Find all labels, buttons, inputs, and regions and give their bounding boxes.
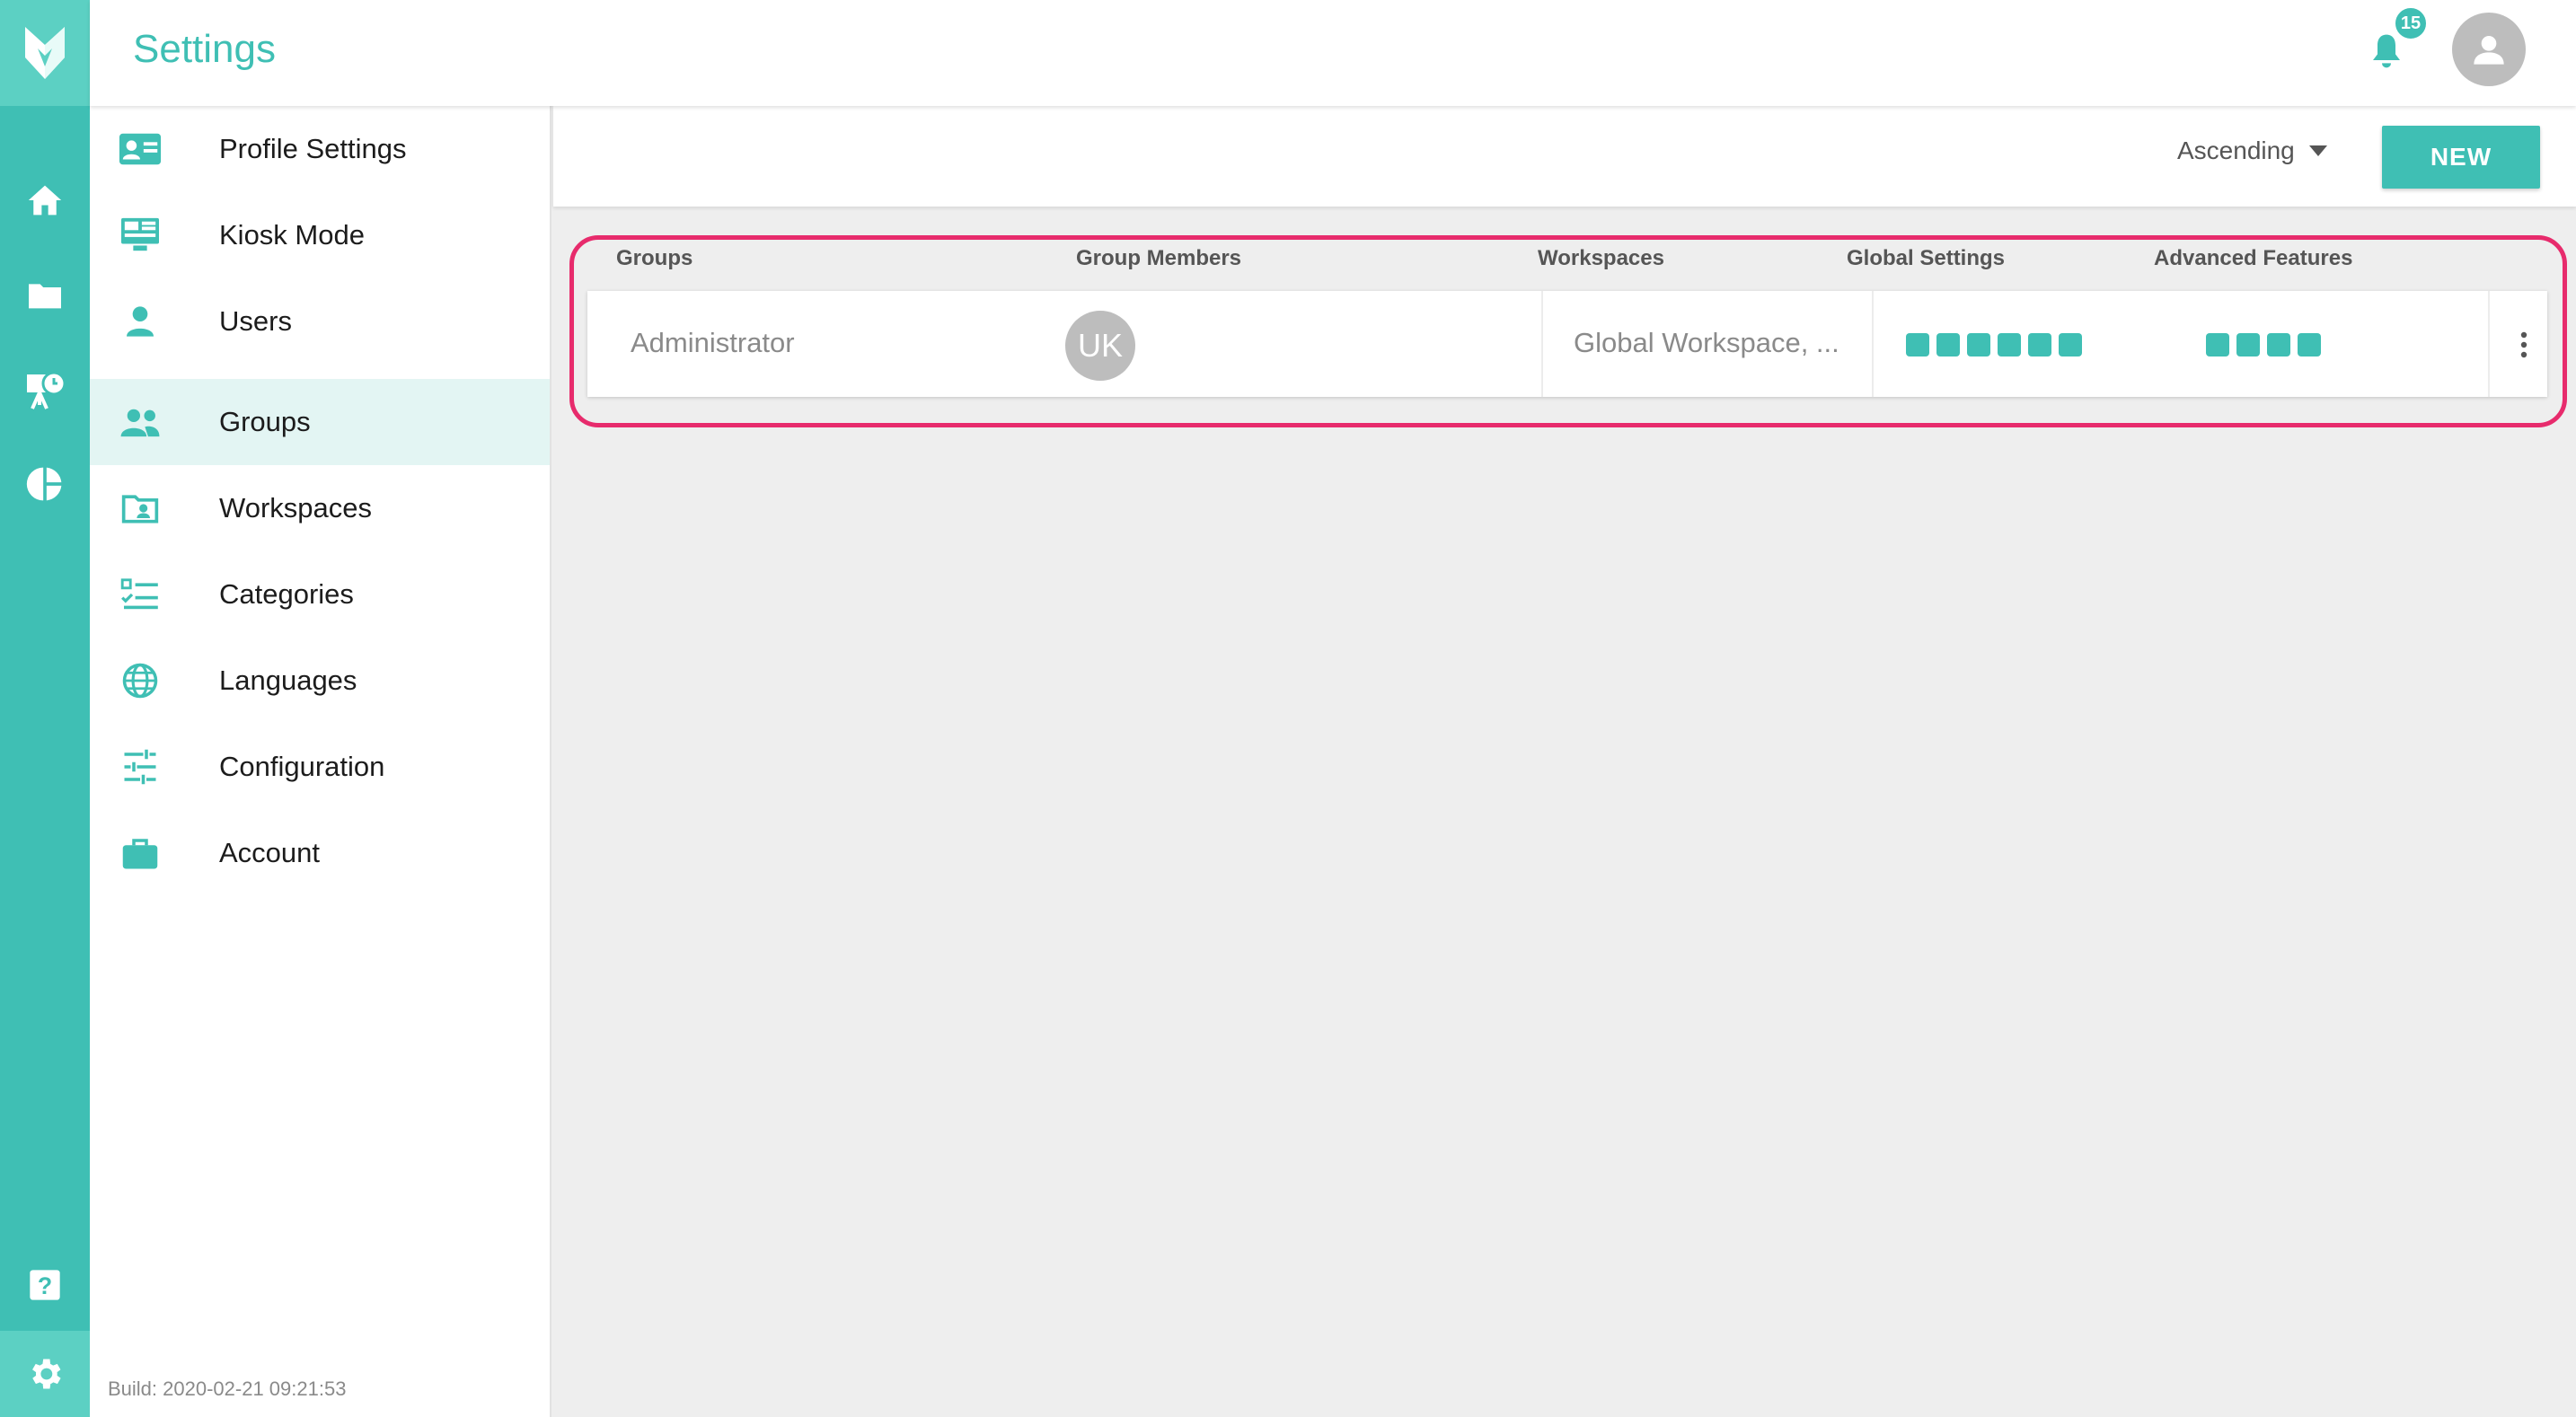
group-name-cell: Administrator bbox=[631, 327, 795, 358]
new-group-button[interactable]: NEW bbox=[2382, 126, 2540, 189]
sidebar-item-profile-settings[interactable]: Profile Settings bbox=[90, 106, 550, 192]
workspaces-cell: Global Workspace, ... bbox=[1574, 327, 1839, 358]
folder-icon bbox=[29, 284, 61, 309]
feature-indicator-square bbox=[2236, 333, 2260, 356]
more-vertical-icon bbox=[2520, 331, 2527, 358]
briefcase-icon bbox=[117, 832, 163, 875]
cell-divider bbox=[1872, 291, 1874, 397]
sidebar-item-users[interactable]: Users bbox=[90, 278, 550, 365]
sidebar-item-configuration[interactable]: Configuration bbox=[90, 724, 550, 810]
rail-settings-button[interactable] bbox=[0, 1331, 90, 1417]
feature-indicator-square bbox=[2028, 333, 2051, 356]
sidebar-item-label: Account bbox=[219, 837, 321, 868]
sidebar-item-categories[interactable]: Categories bbox=[90, 551, 550, 638]
pie-chart-icon bbox=[26, 467, 62, 501]
feature-indicator-square bbox=[2206, 333, 2229, 356]
sidebar-item-label: Configuration bbox=[219, 751, 385, 782]
main-toolbar: Ascending NEW bbox=[553, 106, 2576, 207]
sidebar-item-label: Categories bbox=[219, 578, 354, 610]
sidebar-item-label: Languages bbox=[219, 664, 357, 696]
member-avatar[interactable]: UK bbox=[1065, 311, 1135, 381]
monitor-icon bbox=[117, 214, 163, 257]
feature-indicator-square bbox=[1998, 333, 2021, 356]
sort-order-select[interactable]: Ascending bbox=[2177, 136, 2327, 165]
cell-divider bbox=[1541, 291, 1543, 397]
app-rail: ? bbox=[0, 0, 90, 1417]
settings-sidebar: Profile Settings Kiosk Mode Users Groups… bbox=[90, 106, 551, 1417]
group-icon bbox=[117, 400, 163, 444]
sidebar-item-label: Kiosk Mode bbox=[219, 219, 365, 251]
svg-text:?: ? bbox=[38, 1272, 52, 1299]
sidebar-item-kiosk-mode[interactable]: Kiosk Mode bbox=[90, 192, 550, 278]
sidebar-item-groups[interactable]: Groups bbox=[90, 379, 550, 465]
sidebar-item-label: Groups bbox=[219, 406, 311, 437]
cell-divider bbox=[2488, 291, 2490, 397]
app-logo[interactable] bbox=[0, 0, 90, 106]
caret-down-icon bbox=[2308, 145, 2327, 156]
profile-card-icon bbox=[117, 128, 163, 171]
sort-order-label: Ascending bbox=[2177, 136, 2295, 164]
rail-folder-button[interactable] bbox=[0, 255, 90, 336]
top-header: Settings 15 bbox=[90, 0, 2576, 106]
sidebar-item-label: Users bbox=[219, 305, 292, 337]
sidebar-item-label: Workspaces bbox=[219, 492, 372, 524]
page-title: Settings bbox=[133, 27, 276, 71]
feature-indicator-square bbox=[1906, 333, 1929, 356]
rail-analytics-button[interactable] bbox=[0, 444, 90, 524]
feature-indicator-square bbox=[1936, 333, 1960, 356]
checklist-icon bbox=[117, 573, 163, 616]
home-icon bbox=[28, 185, 62, 216]
advanced-features-indicators bbox=[2206, 333, 2321, 356]
help-icon: ? bbox=[30, 1270, 60, 1300]
sidebar-item-languages[interactable]: Languages bbox=[90, 638, 550, 724]
notification-count-badge: 15 bbox=[2393, 5, 2429, 41]
feature-indicator-square bbox=[2298, 333, 2321, 356]
rail-presentation-button[interactable] bbox=[0, 350, 90, 431]
user-icon bbox=[117, 300, 163, 343]
feature-indicator-square bbox=[1967, 333, 1990, 356]
fox-logo-icon bbox=[25, 27, 65, 79]
presentation-clock-icon bbox=[27, 371, 66, 409]
column-header-groups[interactable]: Groups bbox=[616, 246, 693, 271]
feature-indicator-square bbox=[2059, 333, 2082, 356]
user-avatar[interactable] bbox=[2452, 13, 2526, 86]
column-header-workspaces[interactable]: Workspaces bbox=[1538, 246, 1664, 271]
build-info: Build: 2020-02-21 09:21:53 bbox=[108, 1377, 347, 1400]
column-header-global-settings[interactable]: Global Settings bbox=[1847, 246, 2005, 271]
sliders-icon bbox=[117, 745, 163, 788]
column-header-advanced-features[interactable]: Advanced Features bbox=[2154, 246, 2352, 271]
rail-home-button[interactable] bbox=[0, 160, 90, 241]
column-header-group-members[interactable]: Group Members bbox=[1076, 246, 1241, 271]
globe-icon bbox=[117, 659, 163, 702]
sidebar-item-label: Profile Settings bbox=[219, 133, 407, 164]
rail-help-button[interactable]: ? bbox=[0, 1245, 90, 1325]
row-menu-button[interactable] bbox=[2506, 318, 2542, 372]
feature-indicator-square bbox=[2267, 333, 2290, 356]
table-row[interactable]: Administrator UK Global Workspace, ... bbox=[587, 291, 2547, 397]
global-settings-indicators bbox=[1906, 333, 2082, 356]
sidebar-item-account[interactable]: Account bbox=[90, 810, 550, 896]
sidebar-item-workspaces[interactable]: Workspaces bbox=[90, 465, 550, 551]
gear-icon bbox=[32, 1359, 61, 1389]
workspace-folder-icon bbox=[117, 487, 163, 530]
person-icon bbox=[2474, 36, 2504, 65]
